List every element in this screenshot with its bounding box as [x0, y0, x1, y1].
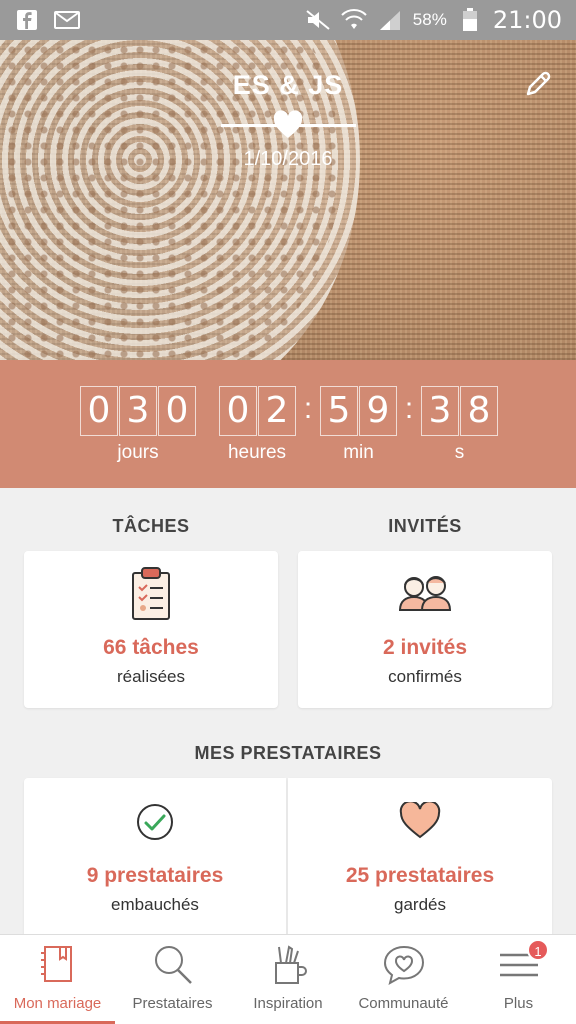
heart-icon	[273, 110, 303, 138]
days-digit: 0	[158, 386, 196, 436]
edit-pencil-icon[interactable]	[522, 68, 554, 100]
notebook-icon	[40, 946, 72, 982]
tasks-count: 66 tâches	[103, 636, 199, 659]
search-icon	[154, 946, 192, 984]
status-bar: 58% 21:00	[0, 0, 576, 40]
nav-plus[interactable]: 1 Plus	[461, 935, 576, 1024]
hired-vendors-sub: embauchés	[111, 895, 199, 914]
minutes-digit: 5	[320, 386, 358, 436]
tasks-sub: réalisées	[116, 667, 186, 686]
nav-label: Inspiration	[253, 995, 323, 1012]
check-circle-icon	[137, 804, 173, 840]
hired-vendors-card[interactable]: 9 prestataires embauchés	[24, 778, 286, 938]
hours-digit: 0	[219, 386, 257, 436]
vendors-title: MES PRESTATAIRES	[194, 743, 382, 763]
guests-count: 2 invités	[382, 636, 468, 659]
couple-names: ES & JS	[232, 70, 344, 100]
saved-vendors-sub: gardés	[394, 895, 446, 914]
tasks-title: TÂCHES	[112, 516, 190, 536]
time-separator: :	[303, 392, 313, 425]
hours-digit: 2	[258, 386, 296, 436]
bottom-navigation: Mon mariage Prestataires Inspiration Com…	[0, 934, 576, 1024]
nav-communaute[interactable]: Communauté	[346, 935, 461, 1024]
guests-couple-icon	[398, 576, 452, 611]
minutes-digit: 9	[359, 386, 397, 436]
nav-inspiration[interactable]: Inspiration	[230, 935, 346, 1024]
hours-label: heures	[227, 442, 287, 463]
seconds-digit: 3	[421, 386, 459, 436]
heart-icon	[399, 802, 441, 839]
saved-vendors-card[interactable]: 25 prestataires gardés	[288, 778, 552, 938]
nav-label: Mon mariage	[13, 995, 102, 1012]
nav-label: Prestataires	[132, 995, 213, 1012]
wedding-header: ES & JS 1/10/2016	[0, 40, 576, 360]
guests-sub: confirmés	[388, 667, 462, 686]
guests-card[interactable]: 2 invités confirmés	[298, 551, 552, 708]
battery-icon	[457, 8, 483, 32]
wifi-icon	[341, 8, 367, 32]
seconds-label: s	[454, 442, 465, 463]
days-digit: 3	[119, 386, 157, 436]
tasks-card[interactable]: 66 tâches réalisées	[24, 551, 278, 708]
hired-vendors-count: 9 prestataires	[86, 864, 224, 887]
time-separator: :	[404, 392, 414, 425]
nav-mon-mariage[interactable]: Mon mariage	[0, 935, 115, 1024]
pencil-cup-icon	[275, 945, 307, 984]
days-digit: 0	[80, 386, 118, 436]
wedding-date: 1/10/2016	[243, 148, 333, 170]
mail-icon	[54, 8, 80, 32]
seconds-digit: 8	[460, 386, 498, 436]
saved-vendors-count: 25 prestataires	[345, 864, 495, 887]
facebook-icon	[14, 8, 40, 32]
battery-percent: 58%	[412, 10, 447, 29]
countdown-timer: 0 3 0 0 2 : 5 9 : 3 8 jours heures min s	[0, 360, 576, 488]
days-label: jours	[117, 442, 159, 463]
signal-icon	[377, 8, 403, 32]
nav-label: Plus	[503, 995, 534, 1012]
guests-title: INVITÉS	[388, 516, 462, 536]
chat-heart-icon	[383, 945, 424, 985]
clipboard-checklist-icon	[132, 567, 170, 620]
mute-icon	[305, 8, 331, 32]
clock-time: 21:00	[492, 6, 562, 34]
notification-badge: 1	[527, 939, 549, 961]
nav-prestataires[interactable]: Prestataires	[115, 935, 230, 1024]
minutes-label: min	[343, 442, 374, 463]
nav-label: Communauté	[358, 995, 449, 1012]
